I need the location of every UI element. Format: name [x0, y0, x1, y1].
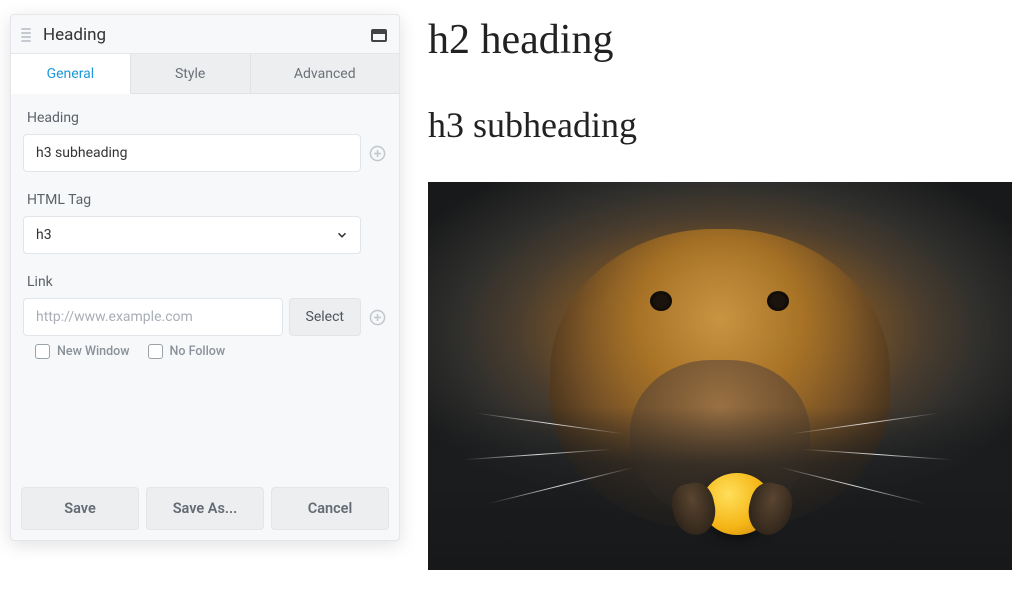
link-field-label: Link	[23, 268, 393, 298]
cancel-button[interactable]: Cancel	[271, 487, 389, 530]
link-connect-icon[interactable]	[367, 307, 387, 327]
drag-handle-icon[interactable]	[21, 28, 33, 42]
html-tag-select[interactable]	[23, 216, 361, 254]
heading-field-block: Heading	[23, 104, 393, 172]
save-as-button[interactable]: Save As...	[146, 487, 264, 530]
no-follow-checkbox[interactable]: No Follow	[148, 344, 226, 359]
link-input[interactable]	[23, 298, 283, 336]
preview-h3: h3 subheading	[428, 104, 1012, 146]
html-tag-field-block: HTML Tag	[23, 186, 393, 254]
link-field-block: Link Select New Window No Follow	[23, 268, 393, 359]
new-window-checkbox[interactable]: New Window	[35, 344, 130, 359]
heading-editor-panel: Heading General Style Advanced Heading H…	[10, 14, 400, 541]
tab-general[interactable]: General	[11, 54, 131, 94]
new-window-label: New Window	[57, 344, 130, 359]
tab-style[interactable]: Style	[131, 54, 251, 94]
checkbox-icon	[148, 344, 163, 359]
heading-input[interactable]	[23, 134, 361, 172]
save-button[interactable]: Save	[21, 487, 139, 530]
checkbox-icon	[35, 344, 50, 359]
panel-body: Heading HTML Tag	[11, 94, 399, 479]
html-tag-field-label: HTML Tag	[23, 186, 393, 216]
link-select-button[interactable]: Select	[289, 298, 361, 336]
responsive-toggle-icon[interactable]	[371, 29, 387, 42]
preview-image	[428, 182, 1012, 570]
no-follow-label: No Follow	[170, 344, 226, 359]
panel-tabs: General Style Advanced	[11, 53, 399, 94]
tab-advanced[interactable]: Advanced	[251, 54, 399, 94]
panel-spacer	[23, 373, 393, 473]
panel-footer: Save Save As... Cancel	[11, 479, 399, 540]
preview-h2: h2 heading	[428, 16, 1012, 64]
heading-connect-icon[interactable]	[367, 143, 387, 163]
panel-header: Heading	[11, 15, 399, 53]
link-options-row: New Window No Follow	[23, 336, 393, 359]
preview-canvas: h2 heading h3 subheading	[428, 16, 1012, 570]
panel-title: Heading	[43, 25, 371, 45]
heading-field-label: Heading	[23, 104, 393, 134]
